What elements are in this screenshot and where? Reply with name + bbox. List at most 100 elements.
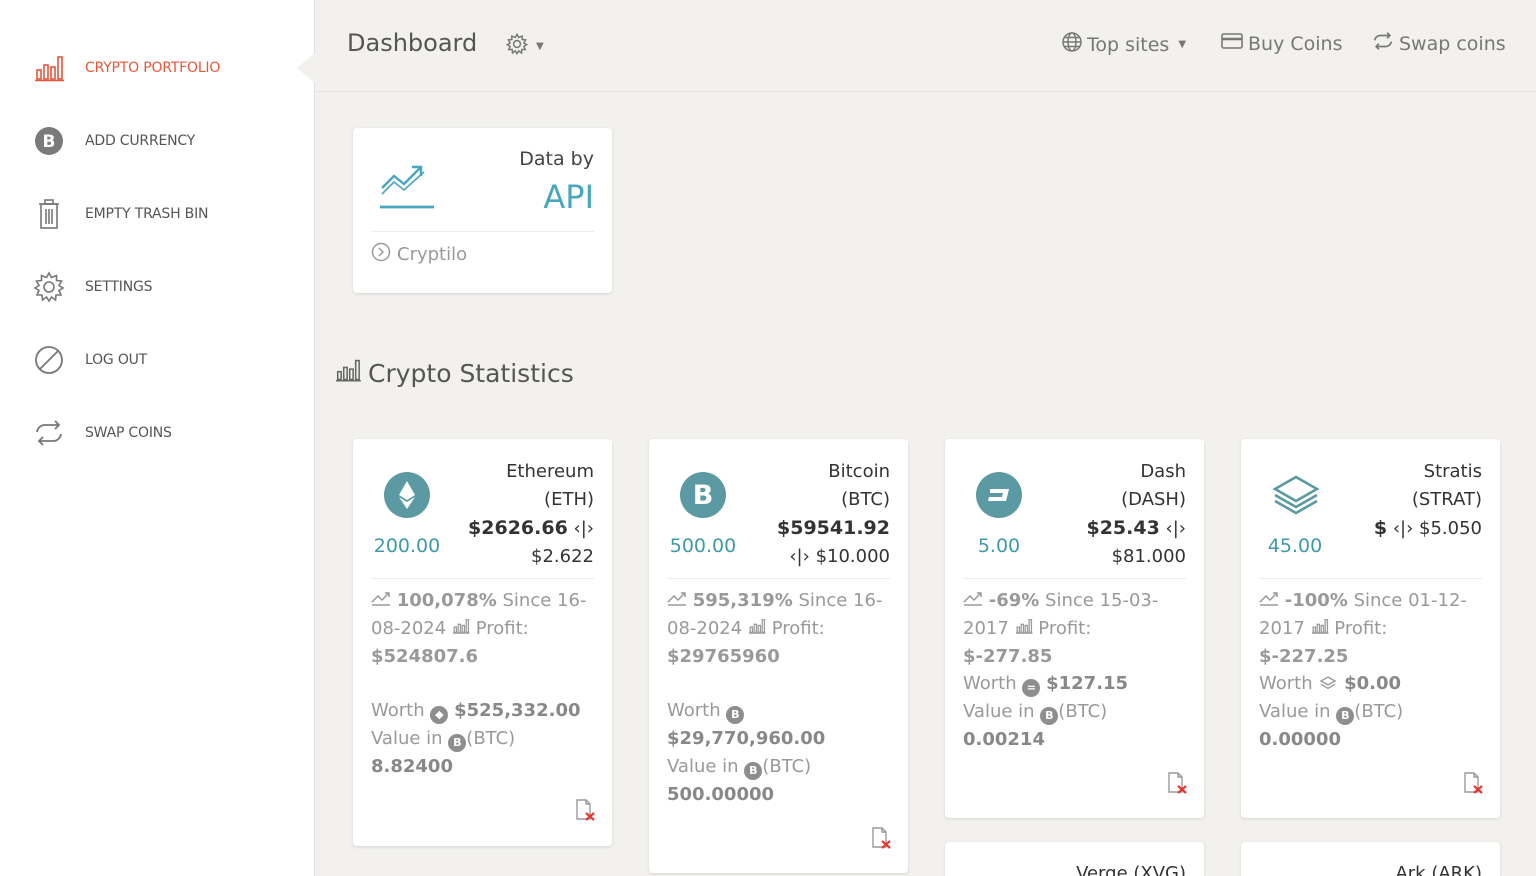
sidebar-item-label: LOG OUT	[85, 352, 148, 368]
coin-card-bitcoin: B 500.00 Bitcoin (BTC) $59541.92 ‹|› $10…	[649, 439, 908, 873]
divider	[667, 578, 890, 579]
trending-up-icon	[379, 162, 435, 214]
coin-name: Bitcoin	[828, 461, 890, 482]
coin-header: Dash (DASH) $25.43 ‹|› $81.000	[1086, 458, 1186, 571]
bitcoin-icon: B	[679, 471, 727, 519]
bitcoin-icon: B	[744, 762, 763, 780]
delete-file-icon[interactable]	[1166, 772, 1188, 794]
coin-name: Stratis	[1423, 461, 1482, 482]
sidebar-item-log-out[interactable]: LOG OUT	[32, 342, 147, 378]
sidebar-item-label: EMPTY TRASH BIN	[85, 206, 209, 222]
sidebar-item-empty-trash-bin[interactable]: EMPTY TRASH BIN	[32, 196, 208, 232]
sidebar-item-label: CRYPTO PORTFOLIO	[85, 60, 221, 76]
topbar: Dashboard ▼ Top sites ▼ Buy Coins Swap c…	[316, 0, 1536, 92]
profit-label: Profit:	[1334, 618, 1388, 639]
since-label: Since	[1353, 590, 1403, 611]
coin-header: Stratis (STRAT) $ ‹|› $5.050	[1374, 458, 1482, 543]
value-unit: (BTC)	[1058, 701, 1108, 722]
coin-card-verge: Verge (XVG)	[945, 842, 1204, 876]
top-sites-link[interactable]: Top sites ▼	[1062, 32, 1186, 57]
top-sites-label: Top sites	[1087, 33, 1170, 56]
bar-chart-icon	[1015, 618, 1039, 639]
divider	[1259, 578, 1482, 579]
bitcoin-icon: B	[1040, 707, 1059, 725]
gear-icon	[32, 270, 66, 304]
code-icon: ‹|›	[1165, 518, 1186, 539]
settings-dropdown-button[interactable]: ▼	[505, 32, 544, 59]
coin-card-ethereum: 200.00 Ethereum (ETH) $2626.66 ‹|› $2.62…	[353, 439, 612, 846]
value-unit: (BTC)	[762, 756, 812, 777]
sidebar-item-label: SWAP COINS	[85, 425, 172, 441]
coin-btc-value: 0.00214	[963, 729, 1045, 750]
sidebar-item-swap-coins[interactable]: SWAP COINS	[32, 415, 172, 451]
coin-worth-value: $0.00	[1344, 673, 1402, 694]
delete-file-icon[interactable]	[1462, 772, 1484, 794]
ethereum-icon	[383, 471, 431, 519]
worth-label: Worth	[963, 673, 1017, 694]
swap-coins-link[interactable]: Swap coins	[1372, 32, 1506, 55]
coin-name: Ethereum	[506, 461, 594, 482]
coin-change: -69%	[988, 590, 1040, 611]
ethereum-icon: ◆	[430, 706, 449, 724]
bitcoin-icon: B	[726, 706, 745, 724]
divider	[371, 231, 594, 232]
coin-price: $59541.92	[777, 517, 890, 539]
coin-price: $2626.66	[468, 517, 568, 539]
coin-worth: Worth B $29,770,960.00 Value in B (BTC) 5…	[667, 697, 890, 809]
sidebar-item-settings[interactable]: SETTINGS	[32, 269, 153, 305]
stratis-layers-icon	[1271, 471, 1320, 519]
since-label: Since	[1045, 590, 1094, 611]
sidebar-item-crypto-portfolio[interactable]: CRYPTO PORTFOLIO	[32, 50, 220, 86]
coin-profit: $-277.85	[963, 646, 1053, 667]
active-indicator-arrow	[297, 52, 316, 84]
coin-symbol: (STRAT)	[1411, 489, 1482, 510]
bitcoin-icon: B	[32, 124, 66, 158]
chevron-down-icon: ▼	[1178, 39, 1187, 50]
credit-card-icon	[1221, 32, 1243, 55]
bar-chart-icon	[452, 618, 476, 639]
delete-file-icon[interactable]	[870, 827, 892, 849]
stratis-layers-icon	[1318, 673, 1344, 694]
bar-chart-icon	[748, 618, 772, 639]
page-title: Dashboard	[347, 29, 478, 57]
coin-symbol: (BTC)	[841, 489, 890, 510]
worth-label: Worth	[371, 700, 425, 721]
coin-ref-price: $2.622	[531, 546, 594, 567]
coin-card-stratis: 45.00 Stratis (STRAT) $ ‹|› $5.050 -100%…	[1241, 439, 1500, 818]
coin-btc-value: 8.82400	[371, 756, 453, 777]
code-icon: ‹|›	[789, 546, 810, 567]
coin-profit: $-227.25	[1259, 646, 1349, 667]
code-icon: ‹|›	[1392, 518, 1414, 539]
profit-label: Profit:	[771, 618, 825, 639]
section-title: Crypto Statistics	[334, 358, 574, 388]
sidebar-item-label: ADD CURRENCY	[85, 133, 196, 149]
value-unit: (BTC)	[1354, 701, 1404, 722]
api-card-footer[interactable]: Cryptilo	[371, 242, 467, 267]
value-in-label: Value in	[371, 728, 443, 749]
coin-ref-price: $5.050	[1419, 518, 1482, 539]
coin-worth-value: $127.15	[1046, 673, 1129, 694]
worth-label: Worth	[1259, 673, 1313, 694]
since-label: Since	[798, 590, 848, 611]
cryptilo-link: Cryptilo	[397, 244, 468, 265]
coin-change: 100,078%	[396, 590, 497, 611]
value-in-label: Value in	[667, 756, 739, 777]
globe-icon	[1062, 32, 1082, 57]
coin-worth: Worth $0.00 Value in B (BTC) 0.00000	[1259, 670, 1482, 754]
value-in-label: Value in	[963, 701, 1035, 722]
value-in-label: Value in	[1259, 701, 1331, 722]
coin-worth: Worth ◆ $525,332.00 Value in B (BTC) 8.82…	[371, 697, 594, 781]
svg-text:B: B	[43, 132, 56, 152]
coin-worth-value: $525,332.00	[454, 700, 581, 721]
delete-file-icon[interactable]	[574, 799, 596, 821]
chevron-right-circle-icon	[371, 242, 391, 267]
coin-change: 595,319%	[692, 590, 793, 611]
profit-label: Profit:	[475, 618, 529, 639]
profit-label: Profit:	[1038, 618, 1092, 639]
buy-coins-link[interactable]: Buy Coins	[1221, 32, 1342, 55]
sidebar-item-add-currency[interactable]: B ADD CURRENCY	[32, 123, 195, 159]
dash-icon: =	[1022, 679, 1041, 697]
coin-price: $25.43	[1086, 517, 1160, 539]
coin-change: -100%	[1284, 590, 1348, 611]
swap-coins-label: Swap coins	[1399, 32, 1506, 55]
